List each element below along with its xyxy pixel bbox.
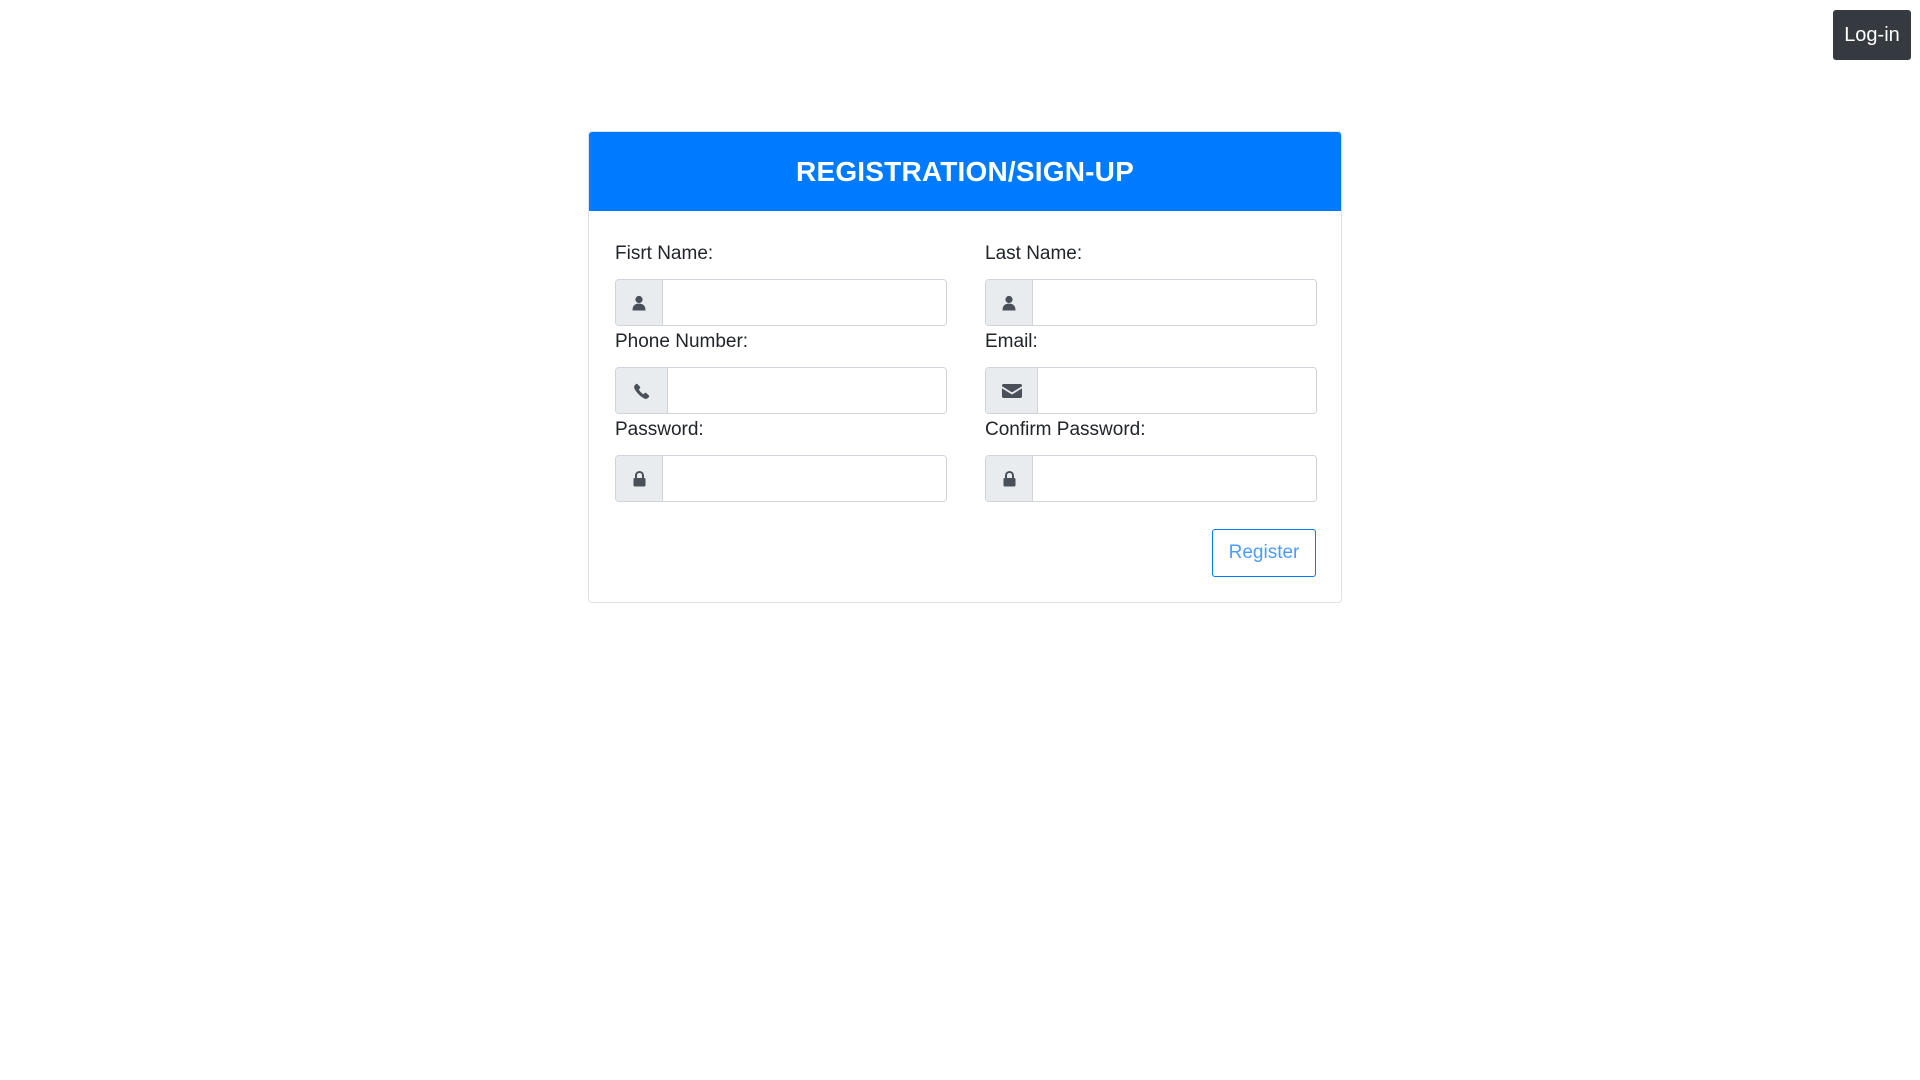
last-name-group: Last Name: [985,241,1317,329]
last-name-input[interactable] [1033,280,1316,325]
phone-label: Phone Number: [615,331,749,352]
phone-input[interactable] [668,368,946,413]
confirm-password-group: Confirm Password: [985,417,1317,505]
lock-icon [616,456,663,501]
last-name-label: Last Name: [985,243,1083,264]
card-title: REGISTRATION/SIGN-UP [589,132,1341,211]
registration-card: REGISTRATION/SIGN-UP Fisrt Name: Last Na… [588,131,1342,603]
login-button[interactable]: Log-in [1833,10,1911,60]
confirm-password-input-group [985,455,1317,502]
email-group: Email: [985,329,1317,417]
first-name-group: Fisrt Name: [615,241,947,329]
phone-input-group [615,367,947,414]
register-button[interactable]: Register [1212,529,1316,577]
email-input[interactable] [1038,368,1316,413]
user-icon [616,280,663,325]
email-input-group [985,367,1317,414]
form-row-passwords: Password: Confirm Password: [615,417,1317,505]
phone-group: Phone Number: [615,329,947,417]
lock-icon [986,456,1033,501]
first-name-input-group [615,279,947,326]
envelope-icon [986,368,1038,413]
confirm-password-input[interactable] [1033,456,1316,501]
confirm-password-label: Confirm Password: [985,419,1146,440]
user-icon [986,280,1033,325]
password-group: Password: [615,417,947,505]
last-name-input-group [985,279,1317,326]
password-input[interactable] [663,456,946,501]
phone-icon [616,368,668,413]
form-grid: Fisrt Name: Last Name: Phone Number: Ema… [615,241,1317,505]
form-row-names: Fisrt Name: Last Name: [615,241,1317,329]
first-name-label: Fisrt Name: [615,243,714,264]
password-label: Password: [615,419,704,440]
first-name-input[interactable] [663,280,946,325]
email-label: Email: [985,331,1038,352]
form-row-contact: Phone Number: Email: [615,329,1317,417]
password-input-group [615,455,947,502]
